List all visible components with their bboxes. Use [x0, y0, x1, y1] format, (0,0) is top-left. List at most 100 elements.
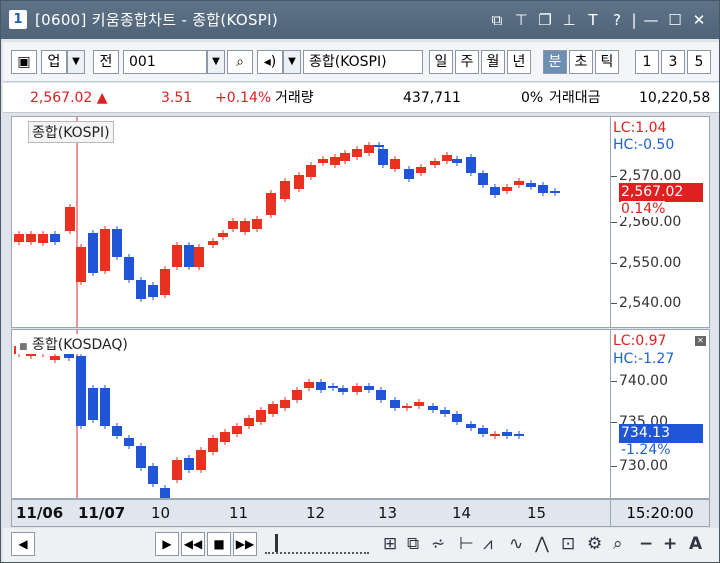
maximize-icon[interactable]: ☐: [663, 9, 687, 31]
code-dropdown-icon[interactable]: ▼: [207, 50, 225, 74]
kosdaq-candle: [390, 400, 400, 408]
period-day[interactable]: 일: [429, 50, 453, 74]
market-select[interactable]: 업: [41, 50, 67, 74]
interval-5[interactable]: 5: [687, 50, 711, 74]
zoom-slider[interactable]: [265, 534, 369, 554]
kospi-candle: [430, 161, 440, 165]
pattern-icon[interactable]: ⋀: [535, 532, 549, 556]
restore-layout-icon[interactable]: ⧉: [485, 9, 509, 31]
kospi-candle: [50, 234, 60, 242]
push-pin-icon[interactable]: ⊥: [557, 9, 581, 31]
kosdaq-candle: [376, 390, 386, 400]
period-tick[interactable]: 틱: [595, 50, 619, 74]
kosdaq-candle: [490, 434, 500, 436]
help-icon[interactable]: ?: [605, 9, 629, 31]
period-month[interactable]: 월: [481, 50, 505, 74]
kosdaq-price-axis: LC:0.97 HC:-1.27 ✕ 740.00 735.00 730.00 …: [611, 329, 710, 499]
kosdaq-chart-pane[interactable]: ■ 종합(KOSDAQ): [11, 329, 611, 499]
zoom-slider-handle[interactable]: [275, 534, 278, 552]
title-bar[interactable]: 1 [0600] 키움종합차트 - 종합(KOSPI) ⧉ ⊤ ❐ ⊥ T ? …: [1, 1, 719, 39]
trend-icon[interactable]: ⩘: [483, 532, 493, 556]
market-dropdown-icon[interactable]: ▼: [67, 50, 85, 74]
fast-forward-button[interactable]: ▶▶: [233, 532, 257, 556]
font-icon[interactable]: T: [581, 9, 605, 31]
kospi-candle: [502, 187, 512, 191]
kosdaq-candle: [172, 460, 182, 480]
kospi-pane-label[interactable]: 종합(KOSPI): [28, 121, 114, 143]
kosdaq-candle: [124, 438, 134, 446]
kosdaq-candle: [196, 450, 206, 470]
kospi-candle: [404, 169, 414, 179]
current-price: 2,567.02 ▲: [30, 90, 108, 106]
kospi-candle: [38, 234, 48, 243]
scroll-left-button[interactable]: ◀: [11, 532, 35, 556]
window-icon[interactable]: ⧉: [407, 532, 419, 556]
kosdaq-candle: [88, 388, 98, 420]
minus-icon[interactable]: −: [639, 532, 653, 556]
settings-icon[interactable]: ⚙: [587, 532, 602, 556]
hour-label: 14: [452, 504, 472, 522]
period-week[interactable]: 주: [455, 50, 479, 74]
stock-name[interactable]: 종합(KOSPI): [303, 50, 423, 74]
title-buttons: ⧉ ⊤ ❐ ⊥ T ? | — ☐ ✕: [485, 9, 711, 31]
kospi-candle: [252, 219, 262, 229]
cursor-icon[interactable]: ⊢: [459, 532, 474, 556]
line-icon[interactable]: ∿: [509, 532, 523, 556]
pane-close-icon[interactable]: ✕: [695, 336, 706, 346]
speaker-dropdown-icon[interactable]: ▼: [283, 50, 301, 74]
zoom-icon[interactable]: ⌕: [613, 532, 623, 556]
kosdaq-lc: LC:0.97: [613, 333, 667, 349]
rewind-button[interactable]: ◀◀: [181, 532, 205, 556]
kosdaq-candle: [316, 382, 326, 390]
price-change: 3.51: [161, 90, 193, 106]
period-minute[interactable]: 분: [543, 50, 567, 74]
volume-value: 437,711: [403, 90, 461, 106]
speaker-icon[interactable]: ◂): [257, 50, 283, 74]
search-icon[interactable]: ⌕: [227, 50, 253, 74]
time-axis: 11/06 11/07 10 11 12 13 14 15: [11, 499, 611, 527]
kosdaq-candle: [502, 432, 512, 436]
text-icon[interactable]: A: [689, 532, 702, 556]
kospi-candle: [478, 173, 488, 185]
window-copy-icon[interactable]: ❐: [533, 9, 557, 31]
kospi-candle: [294, 175, 304, 189]
chart-window: 1 [0600] 키움종합차트 - 종합(KOSPI) ⧉ ⊤ ❐ ⊥ T ? …: [0, 0, 720, 563]
kosdaq-candle: [304, 382, 314, 388]
kospi-candle: [100, 229, 110, 271]
kospi-candle: [240, 221, 250, 232]
interval-1[interactable]: 1: [635, 50, 659, 74]
panel-toggle-icon[interactable]: ▣: [11, 50, 37, 74]
kospi-candle: [364, 145, 374, 153]
kospi-candle: [88, 233, 98, 273]
close-icon[interactable]: ✕: [687, 9, 711, 31]
interval-3[interactable]: 3: [661, 50, 685, 74]
plus-icon[interactable]: +: [663, 532, 677, 556]
kosdaq-price-tag: 734.13: [619, 424, 703, 443]
kospi-candle: [266, 193, 276, 215]
period-second[interactable]: 초: [569, 50, 593, 74]
kospi-candle: [550, 191, 560, 193]
kospi-candle: [14, 234, 24, 242]
kosdaq-pane-label[interactable]: ■ 종합(KOSDAQ): [16, 334, 131, 354]
kospi-chart-pane[interactable]: 종합(KOSPI): [11, 116, 611, 328]
all-button[interactable]: 전: [93, 50, 119, 74]
play-button[interactable]: ▶: [155, 532, 179, 556]
kospi-candle: [390, 159, 400, 169]
select-icon[interactable]: ⊞: [383, 532, 397, 556]
bottom-toolbar: ◀ ▶ ◀◀ ■ ▶▶ ⊞ ⧉ ⩫ ⊢ ⩘ ∿ ⋀ ⊡ ⚙ ⌕ − + A: [3, 528, 719, 562]
kospi-candle: [194, 247, 204, 267]
kospi-candle: [538, 185, 548, 193]
kosdaq-candle: [268, 404, 278, 414]
code-input[interactable]: 001: [123, 50, 207, 74]
kosdaq-candle: [50, 356, 60, 360]
minimize-icon[interactable]: —: [639, 9, 663, 31]
kospi-candle: [160, 269, 170, 295]
period-year[interactable]: 년: [507, 50, 531, 74]
stop-button[interactable]: ■: [207, 532, 231, 556]
chart-type-icon[interactable]: ⩫: [431, 532, 445, 556]
volume-rate: 0%: [521, 90, 544, 106]
zoom-area-icon[interactable]: ⊡: [561, 532, 575, 556]
kosdaq-tick: 740.00: [611, 373, 668, 389]
pin-top-icon[interactable]: ⊤: [509, 9, 533, 31]
kospi-candle: [228, 221, 238, 229]
